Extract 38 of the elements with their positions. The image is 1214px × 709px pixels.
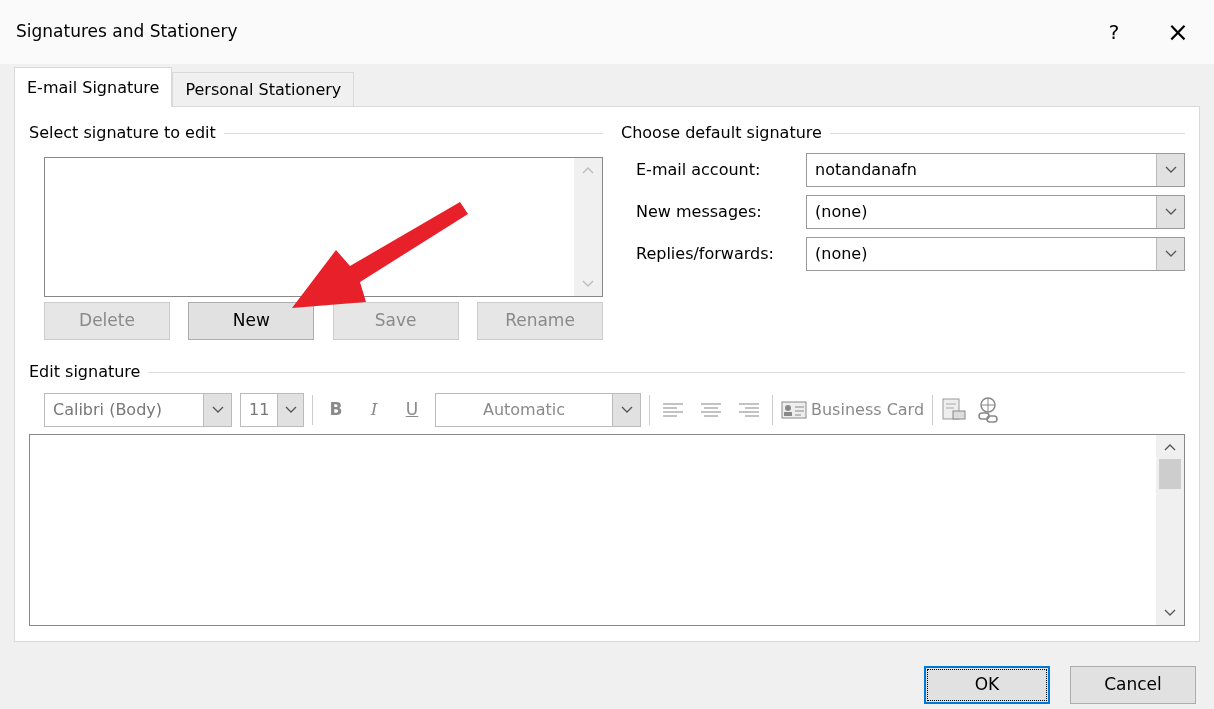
scroll-thumb[interactable] [1159, 459, 1181, 489]
chevron-down-icon [1164, 250, 1177, 258]
field-label: Replies/forwards: [636, 243, 775, 265]
close-button[interactable]: × [1158, 12, 1198, 52]
dialog-button[interactable]: OK [924, 666, 1050, 704]
dropdown[interactable]: (none) [806, 237, 1185, 271]
dropdown-value: (none) [814, 201, 869, 223]
field-label: New messages: [636, 201, 763, 223]
contact-card-icon [781, 401, 807, 419]
dropdown-value: notandanafn [814, 159, 918, 181]
dropdown-button[interactable] [1156, 154, 1184, 186]
dropdown[interactable]: (none) [806, 195, 1185, 229]
dropdown-value: (none) [814, 243, 869, 265]
signature-list[interactable] [44, 157, 603, 297]
scrollbar[interactable] [1156, 435, 1184, 625]
scroll-up-icon[interactable] [1164, 443, 1176, 451]
dropdown-value: 11 [248, 399, 271, 421]
chevron-down-icon [1164, 208, 1177, 216]
action-button[interactable]: New [188, 302, 315, 340]
section-heading: Select signature to edit [29, 122, 216, 144]
dropdown-button[interactable] [1156, 238, 1184, 270]
field-label: E-mail account: [636, 159, 762, 181]
tab[interactable]: E-mail Signature [14, 67, 173, 107]
section-heading: Choose default signature [621, 122, 822, 144]
dialog-button[interactable]: Cancel [1070, 666, 1196, 704]
chevron-down-icon [284, 406, 297, 414]
chevron-down-icon [211, 406, 224, 414]
window-title: Signatures and Stationery [16, 20, 239, 44]
section-heading: Edit signature [29, 361, 141, 383]
dropdown-button[interactable] [1156, 196, 1184, 228]
dropdown[interactable]: notandanafn [806, 153, 1185, 187]
chevron-down-icon [1164, 166, 1177, 174]
dropdown-value: Calibri (Body) [52, 399, 163, 421]
tab[interactable]: Personal Stationery [172, 72, 355, 106]
chevron-down-icon [620, 406, 633, 414]
dropdown-value: Automatic [481, 399, 567, 421]
help-button[interactable]: ? [1094, 17, 1134, 47]
scroll-down-icon[interactable] [1164, 609, 1176, 617]
